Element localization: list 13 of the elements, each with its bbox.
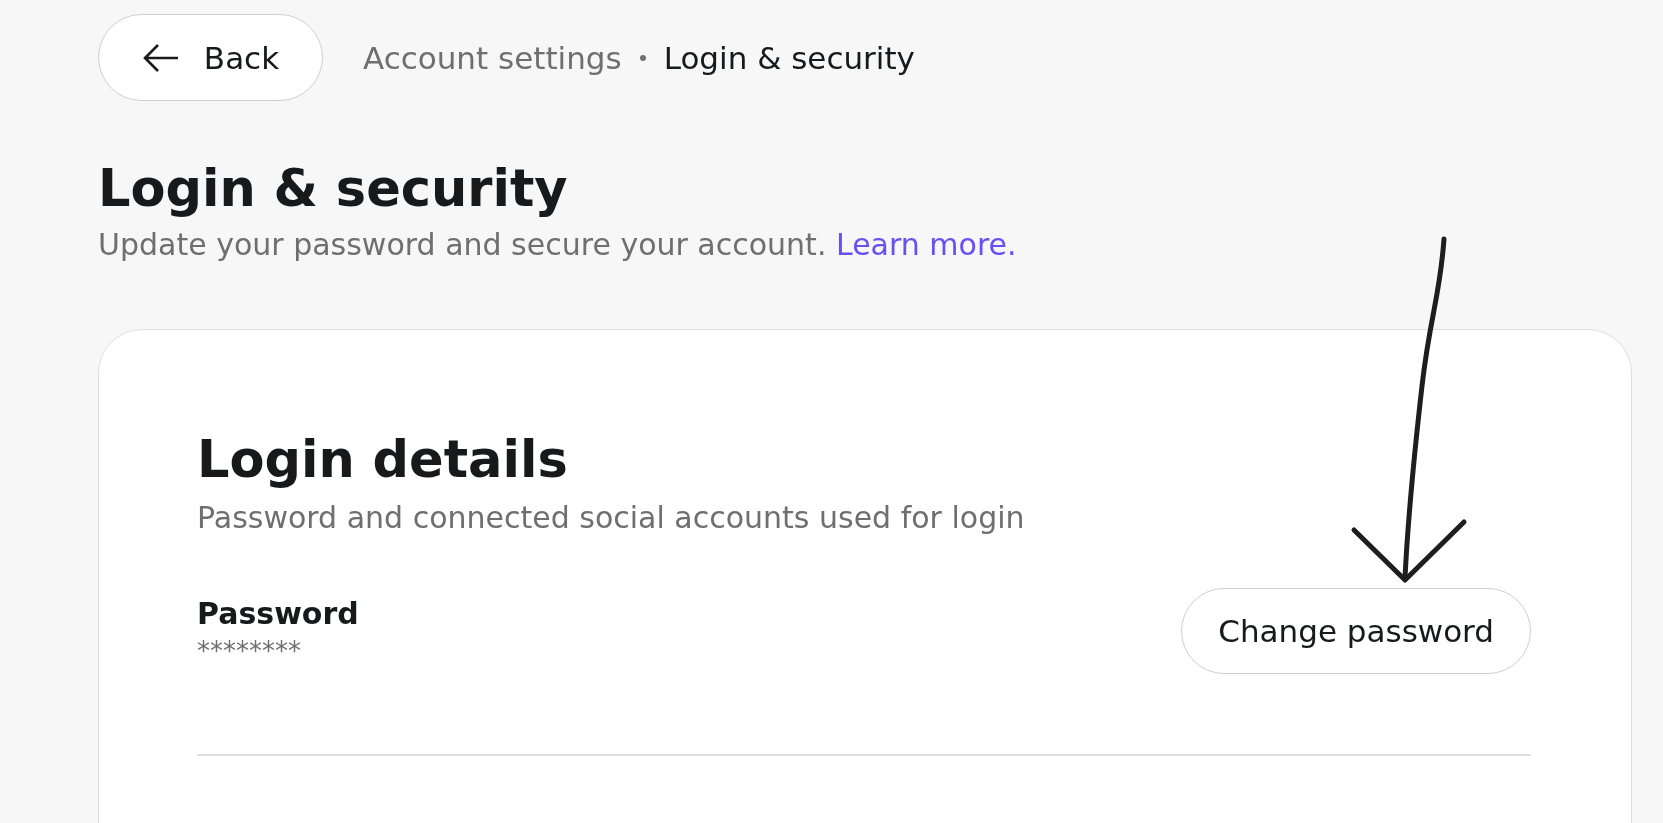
separator-dot	[639, 54, 646, 61]
section-title: Login details	[197, 430, 569, 490]
breadcrumb-item[interactable]: Account settings	[363, 39, 622, 76]
change-password-button[interactable]: Change password	[1181, 588, 1531, 674]
learn-more-link[interactable]: Learn more.	[835, 227, 1017, 262]
back-arrow-icon	[141, 42, 180, 73]
breadcrumb-item: Login & security	[663, 39, 915, 76]
field-value: ********	[197, 635, 302, 668]
page-title: Login & security	[98, 159, 569, 219]
field-label: Password	[197, 595, 359, 633]
section-description: Password and connected social accounts used for login	[197, 499, 1026, 537]
page-subtitle: Update your password and secure your account. Learn more.	[98, 226, 1018, 264]
back-button[interactable]: Back	[98, 14, 323, 101]
